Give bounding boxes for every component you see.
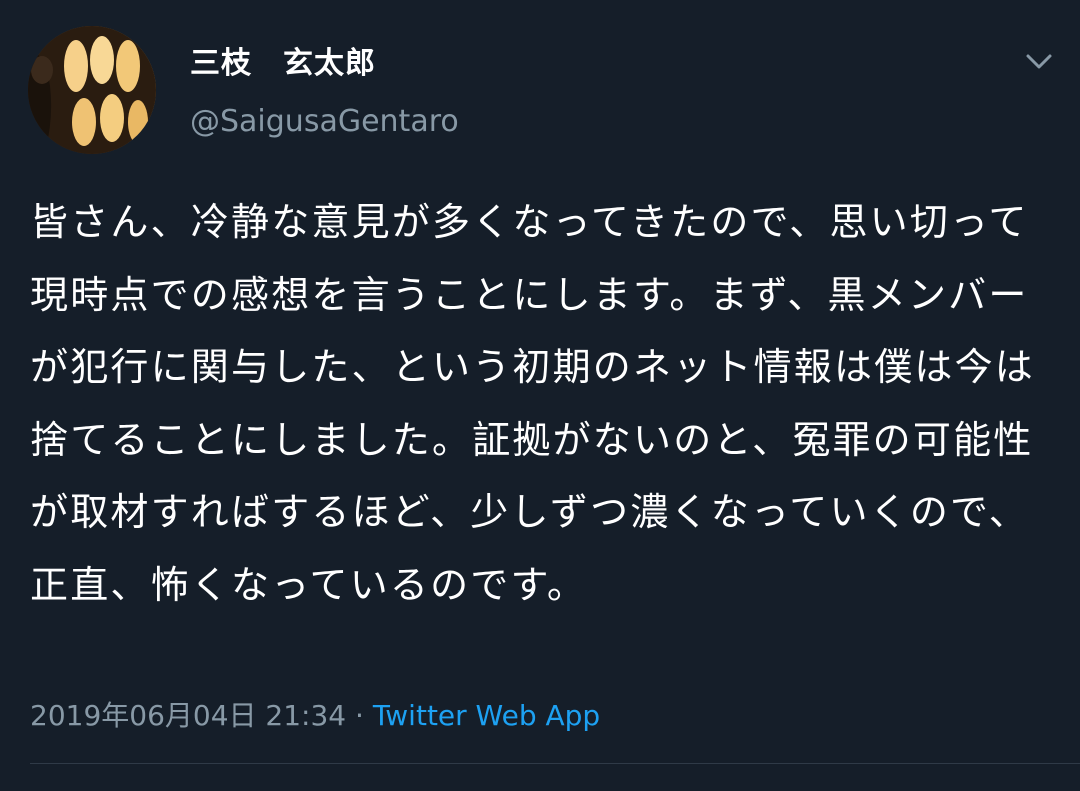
tweet-text: 皆さん、冷静な意見が多くなってきたので、思い切って現時点での感想を言うことにしま… [30,200,1036,607]
tweet-timestamp[interactable]: 2019年06月04日 21:34 [30,699,346,732]
meta-separator: · [346,699,373,732]
tweet: 三枝 玄太郎 @SaigusaGentaro 皆さん、冷静な意見が多くなってきた… [0,0,1080,791]
avatar[interactable] [28,26,156,154]
tweet-source-link[interactable]: Twitter Web App [373,699,600,732]
author-display-name[interactable]: 三枝 玄太郎 [190,44,376,84]
tweet-meta: 2019年06月04日 21:34 · Twitter Web App [30,697,600,735]
divider [30,763,1080,764]
chevron-down-icon[interactable] [1022,48,1056,76]
author-handle[interactable]: @SaigusaGentaro [190,102,459,142]
avatar-image [28,26,156,154]
